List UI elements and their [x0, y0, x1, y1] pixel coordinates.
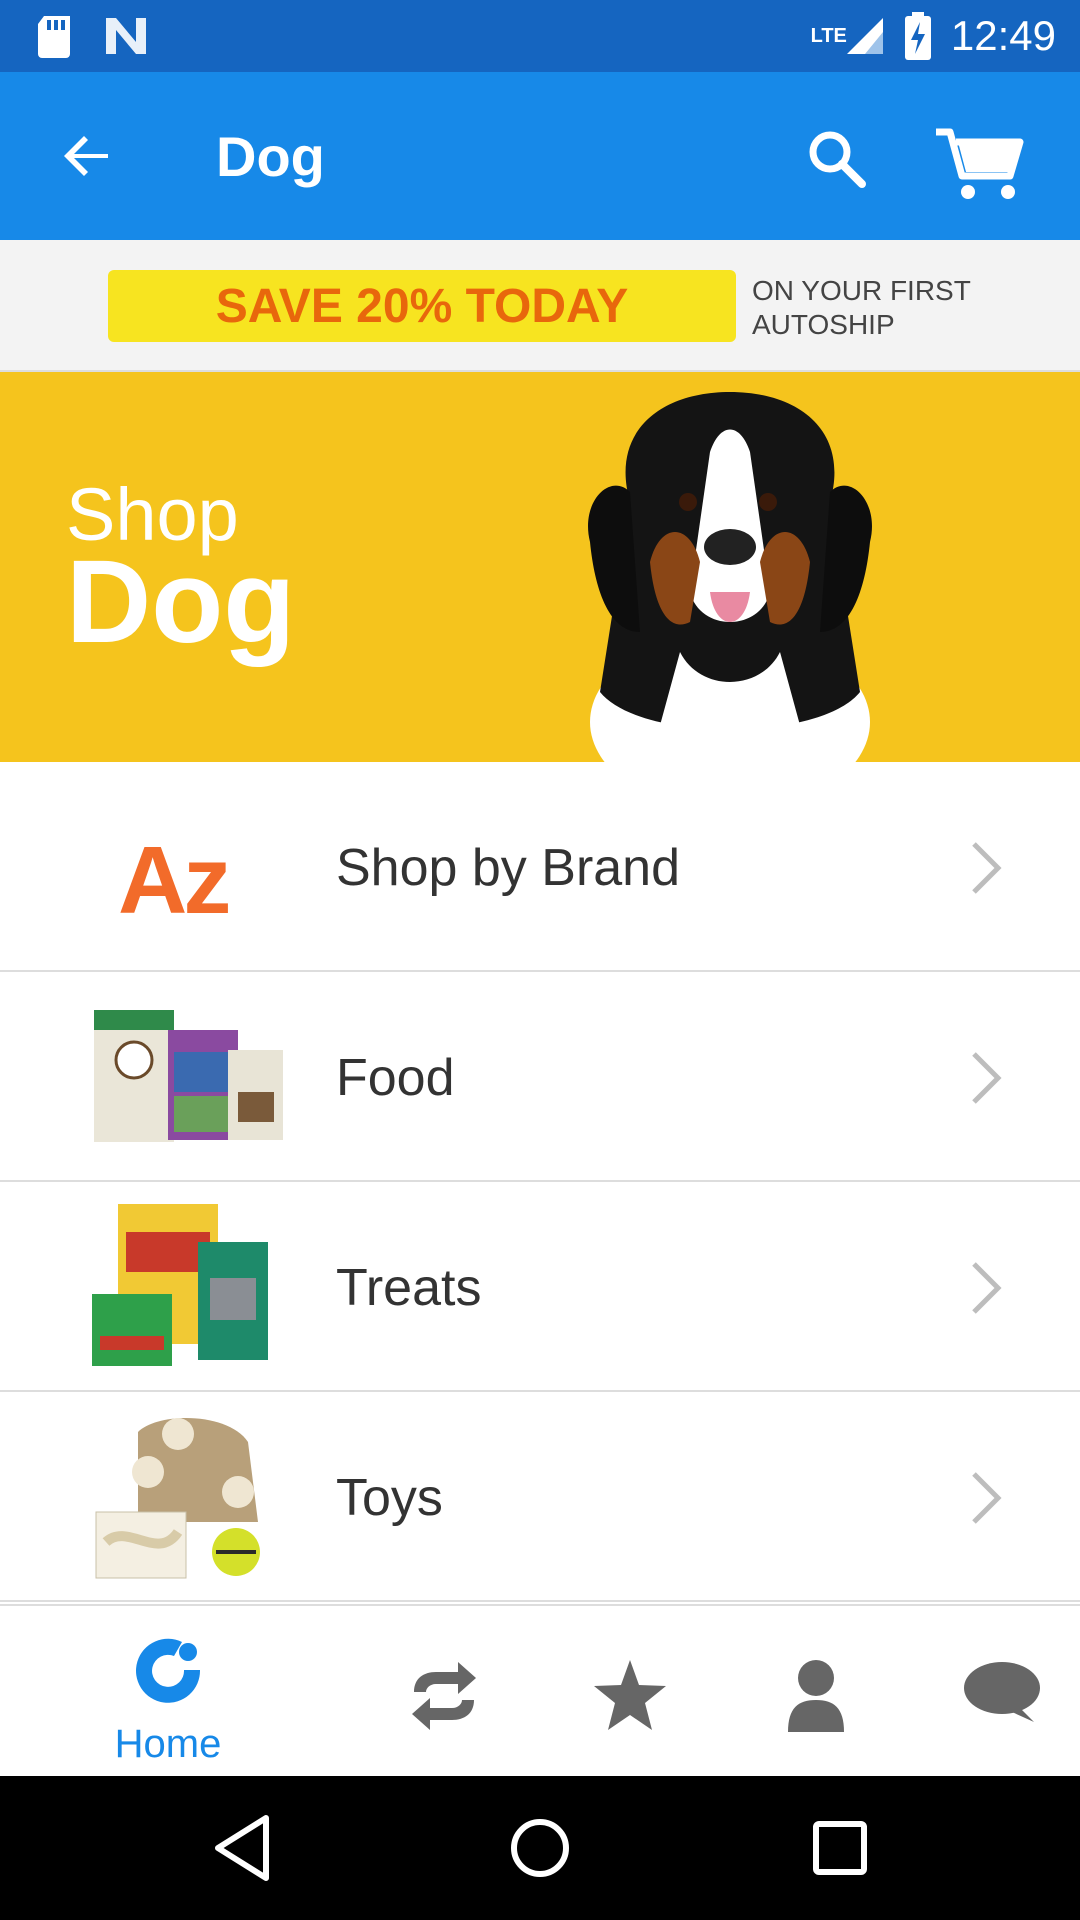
search-icon[interactable]: [806, 128, 870, 192]
hero-line2: Dog: [66, 536, 296, 668]
category-label: Food: [336, 1049, 455, 1107]
category-row-brand[interactable]: Az Shop by Brand: [0, 762, 1080, 972]
category-row-treats[interactable]: Treats: [0, 1182, 1080, 1392]
nav-home-label: Home: [114, 1722, 222, 1766]
battery-charging-icon: [904, 12, 931, 60]
bottom-navigation: Home: [0, 1604, 1080, 1778]
account-icon: [788, 1660, 844, 1732]
autoship-icon: [412, 1662, 476, 1730]
network-type: LTE: [810, 24, 847, 47]
az-brand-logo: Az: [118, 827, 231, 934]
autoship-promo-banner[interactable]: SAVE 20% TODAY ON YOUR FIRST AUTOSHIP: [0, 240, 1080, 372]
category-label: Shop by Brand: [336, 839, 681, 897]
system-navigation-bar: [0, 1776, 1080, 1920]
page-title: Dog: [216, 125, 325, 188]
chevron-right-icon: [972, 842, 1002, 894]
sd-card-icon: [38, 16, 70, 58]
chevron-right-icon: [972, 1262, 1002, 1314]
chevron-right-icon: [972, 1472, 1002, 1524]
back-arrow-icon[interactable]: [56, 124, 120, 188]
hero-banner[interactable]: Shop Dog: [0, 372, 1080, 762]
signal-icon: [846, 18, 883, 54]
category-label: Treats: [336, 1259, 482, 1317]
app-bar: Dog: [0, 72, 1080, 240]
chevron-right-icon: [972, 1052, 1002, 1104]
n-notification-icon: [106, 18, 146, 54]
food-products-image: [94, 1010, 283, 1142]
back-triangle-icon[interactable]: [210, 1812, 274, 1884]
nav-account[interactable]: [736, 1626, 896, 1756]
cart-icon[interactable]: [934, 126, 1024, 202]
promo-subtext-line2: AUTOSHIP: [752, 309, 895, 340]
status-bar: LTE 12:49: [0, 0, 1080, 72]
nav-home[interactable]: Home: [88, 1626, 248, 1766]
dog-photo: [588, 392, 872, 762]
category-row-toys[interactable]: Toys: [0, 1392, 1080, 1602]
toys-products-image: [95, 1418, 260, 1579]
favorites-icon: [594, 1660, 666, 1730]
promo-subtext: ON YOUR FIRST AUTOSHIP: [752, 274, 971, 342]
category-row-food[interactable]: Food: [0, 972, 1080, 1182]
chat-icon: [964, 1662, 1040, 1722]
nav-autoship[interactable]: [364, 1626, 524, 1756]
nav-favorites[interactable]: [550, 1626, 710, 1756]
treats-products-image: [92, 1204, 268, 1366]
home-icon: [136, 1638, 201, 1703]
clock: 12:49: [950, 12, 1056, 59]
promo-headline: SAVE 20% TODAY: [108, 270, 736, 342]
category-label: Toys: [336, 1469, 443, 1527]
recents-square-icon[interactable]: [808, 1812, 872, 1884]
nav-chat[interactable]: [922, 1626, 1080, 1756]
home-circle-icon[interactable]: [508, 1812, 572, 1884]
promo-subtext-line1: ON YOUR FIRST: [752, 275, 971, 306]
